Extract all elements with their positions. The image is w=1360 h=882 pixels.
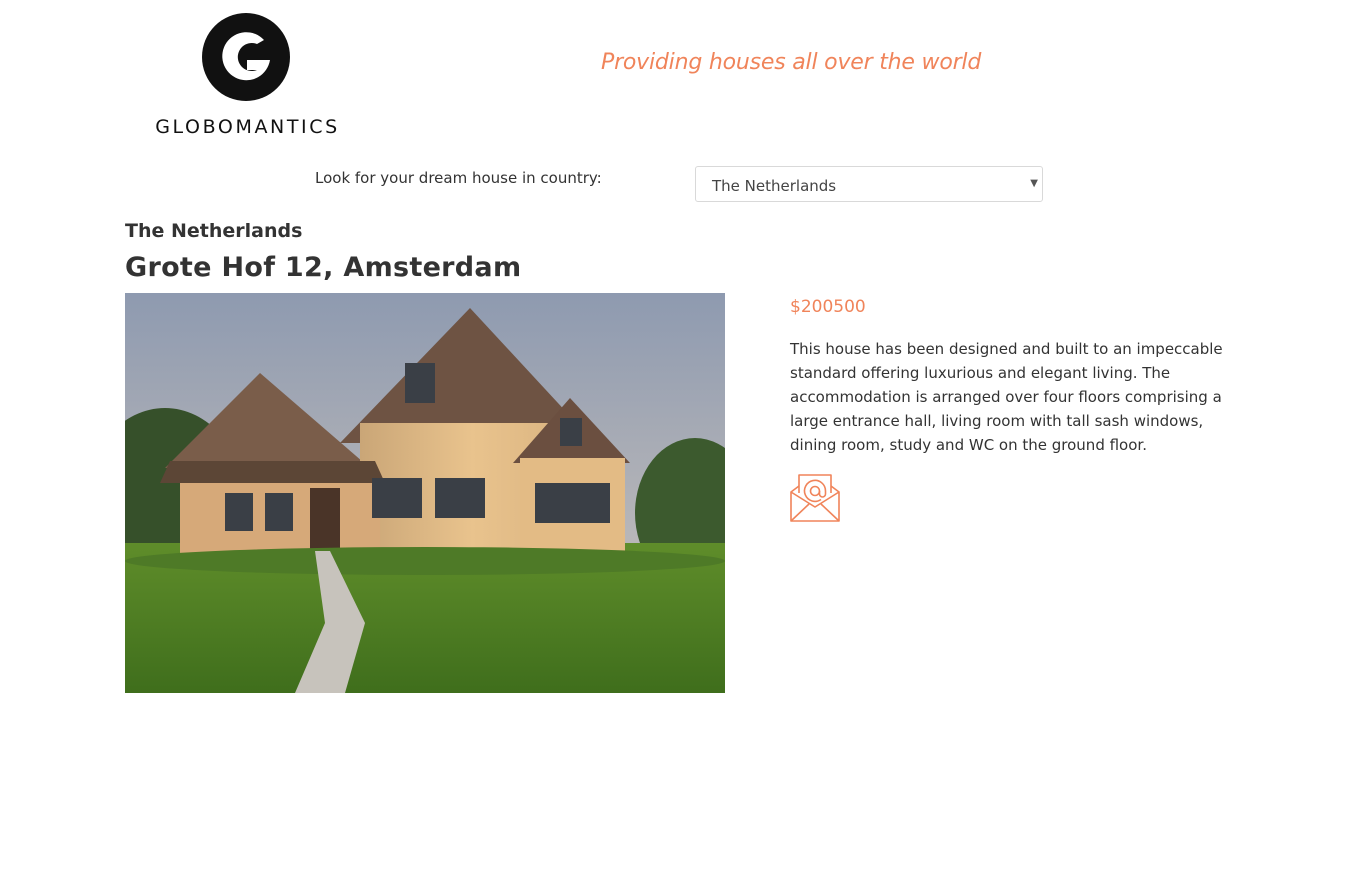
address-heading: Grote Hof 12, Amsterdam <box>125 252 522 283</box>
country-select-value: The Netherlands <box>712 177 837 195</box>
tagline: Providing houses all over the world <box>601 50 982 75</box>
house-photo <box>125 293 725 693</box>
contact-email-button[interactable] <box>790 473 840 523</box>
listing-price: $200500 <box>790 297 866 317</box>
country-search-label: Look for your dream house in country: <box>315 169 602 187</box>
listing-description: This house has been designed and built t… <box>790 340 1223 454</box>
logo-g-icon <box>202 13 290 101</box>
country-heading: The Netherlands <box>125 220 303 242</box>
email-envelope-icon <box>790 474 840 522</box>
chevron-down-icon: ▼ <box>1030 178 1038 189</box>
country-select[interactable]: The Netherlands ▼ <box>695 166 1043 202</box>
globomantics-logo[interactable]: GLOBOMANTICS <box>150 10 345 140</box>
logo-text: GLOBOMANTICS <box>155 116 340 138</box>
